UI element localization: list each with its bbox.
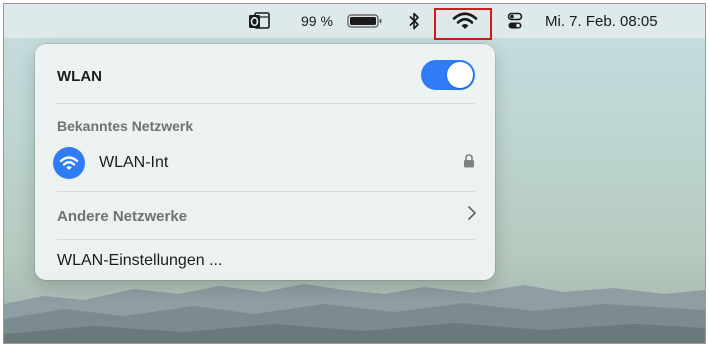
network-item-wlan-int[interactable]: WLAN-Int <box>99 150 475 176</box>
desktop-screenshot: 99 % Mi. 7. Feb. 08:05 WLAN Bekanntes Ne… <box>3 3 706 344</box>
wlan-settings-label: WLAN-Einstellungen ... <box>57 252 223 269</box>
menu-bar: 99 % Mi. 7. Feb. 08:05 <box>4 4 705 40</box>
wifi-network-icon <box>53 147 85 179</box>
other-networks-item[interactable]: Andere Netzwerke <box>57 204 475 228</box>
control-center-icon[interactable] <box>507 4 523 38</box>
known-network-heading: Bekanntes Netzwerk <box>57 118 194 134</box>
datetime-label: Mi. 7. Feb. 08:05 <box>545 12 658 30</box>
wlan-title: WLAN <box>57 67 102 85</box>
wlan-toggle[interactable] <box>421 60 475 90</box>
chevron-right-icon <box>467 205 477 226</box>
toggle-knob <box>447 62 473 88</box>
lock-icon <box>463 154 475 173</box>
outlook-icon[interactable] <box>248 4 270 38</box>
separator <box>57 103 475 104</box>
other-networks-label: Andere Netzwerke <box>57 207 188 225</box>
battery-percent-label: 99 % <box>301 13 333 29</box>
known-network-section: Bekanntes Netzwerk <box>57 116 475 136</box>
separator <box>57 239 475 240</box>
wlan-settings-item[interactable]: WLAN-Einstellungen ... <box>57 248 475 274</box>
wlan-menu-panel: WLAN Bekanntes Netzwerk WLAN-Int Andere … <box>35 44 495 280</box>
bluetooth-icon[interactable] <box>408 4 420 38</box>
battery-icon[interactable] <box>347 4 383 38</box>
network-name: WLAN-Int <box>99 154 169 171</box>
wifi-icon-highlight-box <box>434 8 492 40</box>
separator <box>57 191 475 192</box>
battery-percentage[interactable]: 99 % <box>301 4 333 38</box>
clock[interactable]: Mi. 7. Feb. 08:05 <box>545 4 658 38</box>
wlan-header: WLAN <box>57 64 475 88</box>
